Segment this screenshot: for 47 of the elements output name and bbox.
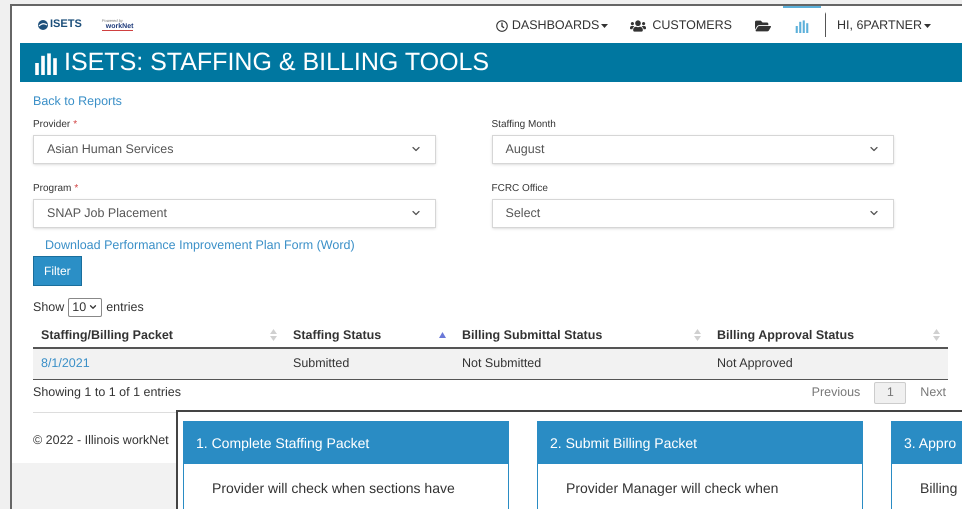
field-label: FCRC Office: [492, 182, 548, 196]
step-title: 2. Submit Billing Packet: [538, 422, 862, 464]
page-title: ISETS: STAFFING & BILLING TOOLS: [64, 50, 490, 75]
required-marker: *: [74, 182, 78, 196]
select-field[interactable]: August: [492, 134, 894, 164]
field-label: Program: [33, 182, 72, 196]
folder-icon: [755, 18, 772, 34]
table-cell-text: Submitted: [292, 355, 350, 372]
step-title: 3. Appro: [892, 422, 962, 464]
previous-button[interactable]: Previous: [812, 383, 860, 402]
column-header[interactable]: Staffing/Billing Packet: [33, 326, 285, 344]
column-header[interactable]: Staffing Status: [285, 326, 454, 344]
next-button[interactable]: Next: [920, 383, 946, 402]
entries-label: entries: [106, 298, 144, 316]
page-button[interactable]: 1: [874, 382, 906, 404]
footer-text: © 2022 - Illinois workNet: [33, 432, 169, 446]
page-size-select[interactable]: 10: [68, 298, 102, 316]
column-header[interactable]: Billing Approval Status: [709, 326, 948, 344]
step-description: Billing: [919, 479, 958, 498]
step-title: 1. Complete Staffing Packet: [184, 422, 508, 464]
field-label: Staffing Month: [492, 118, 556, 132]
customers-link[interactable]: CUSTOMERS: [619, 6, 744, 43]
show-label: Show: [33, 298, 64, 316]
select-field[interactable]: SNAP Job Placement: [33, 198, 436, 228]
users-icon: [630, 18, 646, 34]
back-link[interactable]: Back to Reports: [33, 92, 894, 111]
clock-icon: [496, 20, 508, 32]
step-description: Provider will check when sections have: [211, 479, 456, 498]
table-cell-text: Not Submitted: [461, 355, 542, 372]
isets-logo[interactable]: ISETS: [38, 16, 82, 33]
step-description: Provider Manager will check when: [565, 479, 780, 498]
select-field[interactable]: Select: [492, 198, 894, 228]
select-field[interactable]: Asian Human Services: [33, 134, 436, 164]
user-menu[interactable]: HI, 6PARTNER: [825, 12, 942, 37]
caret-icon: [924, 24, 931, 28]
dashboards-menu[interactable]: DASHBOARDS: [484, 6, 620, 43]
bar-chart-icon: [34, 50, 58, 74]
table-cell-text: Not Approved: [716, 355, 794, 372]
filter-button[interactable]: Filter: [33, 256, 82, 286]
table-info: Showing 1 to 1 of 1 entries: [33, 384, 182, 402]
chevron-icon: [88, 302, 98, 312]
bar-chart-icon: [795, 18, 810, 32]
column-header[interactable]: Billing Submittal Status: [454, 326, 709, 344]
download-link[interactable]: Download Performance Improvement Plan Form (Word): [45, 236, 894, 254]
field-label: Provider: [33, 118, 70, 132]
required-marker: *: [73, 118, 78, 132]
caret-icon: [601, 24, 608, 28]
